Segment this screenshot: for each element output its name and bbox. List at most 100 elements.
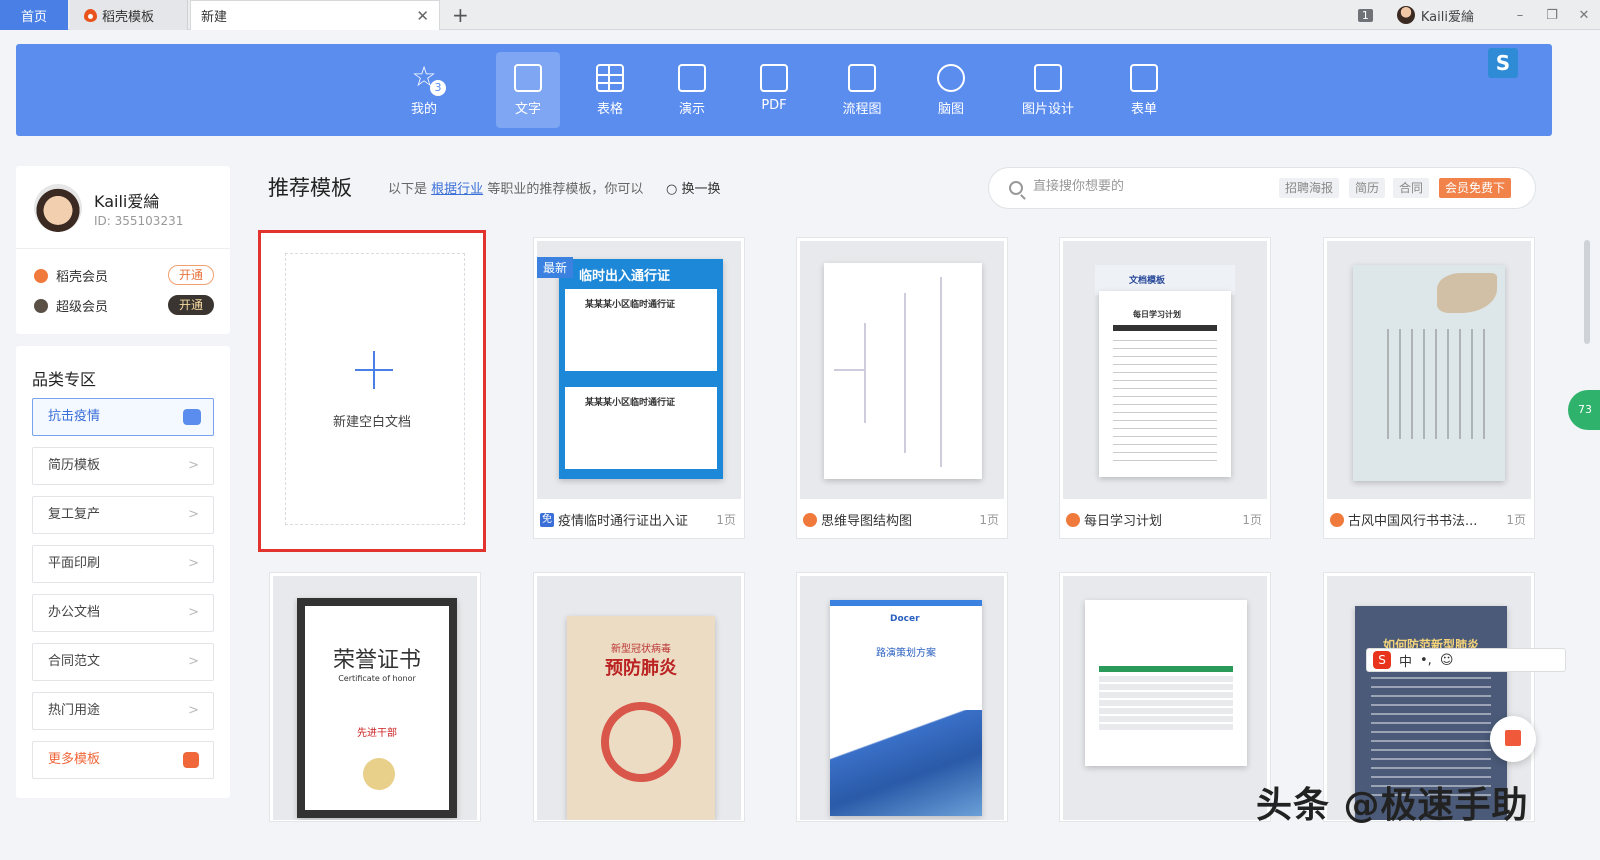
nav-mine-label: 我的 <box>410 102 437 117</box>
card-footer: 每日学习计划 1页 <box>1066 510 1264 529</box>
open-super-member-button[interactable]: 开通 <box>168 295 214 315</box>
pass-header: 临时出入通行证 <box>579 269 671 284</box>
roadshow-title: 路演策划方案 <box>876 648 936 659</box>
template-card[interactable]: 文档模板 每日学习计划 每日学习计划 1页 <box>1059 237 1271 539</box>
form-icon <box>1130 64 1158 92</box>
category-item-resume[interactable]: 简历模板 > <box>32 447 214 485</box>
subtitle-prefix: 以下是 <box>388 182 428 197</box>
hot-icon <box>183 409 201 425</box>
nav-form[interactable]: 表单 <box>1112 52 1176 128</box>
card-title: 每日学习计划 <box>1084 514 1163 529</box>
new-blank-document-card[interactable]: 新建空白文档 <box>258 230 486 552</box>
category-item-resume-work[interactable]: 复工复产 > <box>32 496 214 534</box>
chevron-right-icon: > <box>188 703 199 718</box>
city-photo <box>830 710 982 816</box>
avatar[interactable] <box>34 184 82 232</box>
template-card[interactable]: 思维导图结构图 1页 <box>796 237 1008 539</box>
template-card[interactable]: 新型冠状病毒 预防肺炎 <box>533 572 745 822</box>
tag-recruit-poster[interactable]: 招聘海报 <box>1279 178 1340 198</box>
virus-poster-preview: 新型冠状病毒 预防肺炎 <box>567 616 715 820</box>
template-card[interactable]: 荣誉证书 Certificate of honor 先进干部 <box>269 572 481 822</box>
tag-contract[interactable]: 合同 <box>1393 178 1430 198</box>
scrollbar[interactable] <box>1584 240 1590 344</box>
new-doc-frame <box>285 253 465 525</box>
nav-pdf[interactable]: PDF <box>742 52 806 128</box>
search-input[interactable] <box>1033 179 1253 194</box>
category-item-more[interactable]: 更多模板 <box>32 741 214 779</box>
page-count: 1页 <box>1506 513 1526 527</box>
member-super: 超级会员 <box>34 296 108 315</box>
daoke-icon <box>1066 512 1080 527</box>
nav-flowchart[interactable]: 流程图 <box>830 52 894 128</box>
profile-id: ID: 355103231 <box>94 214 184 228</box>
nav-spreadsheet[interactable]: 表格 <box>578 52 642 128</box>
tab-new-label: 新建 <box>201 10 228 25</box>
nav-mindmap-label: 脑图 <box>937 102 964 117</box>
category-item-epidemic[interactable]: 抗击疫情 <box>32 398 214 436</box>
honor-title: 荣誉证书 <box>332 648 421 673</box>
close-tab-icon[interactable]: ✕ <box>416 7 429 25</box>
window-count-badge[interactable]: 1 <box>1357 8 1373 22</box>
nav-mine[interactable]: ☆ 3 我的 <box>392 52 456 128</box>
template-thumbnail <box>800 241 1004 499</box>
category-item-office[interactable]: 办公文档 > <box>32 594 214 632</box>
ime-lang[interactable]: 中 <box>1399 651 1412 670</box>
nav-writer[interactable]: 文字 <box>496 52 560 128</box>
nav-image-design[interactable]: 图片设计 <box>1016 52 1080 128</box>
floating-assistant-button[interactable]: 73 <box>1568 390 1600 430</box>
app-logo-icon[interactable]: S <box>1488 48 1518 78</box>
pass-ticket-title: 某某某小区临时通行证 <box>585 300 676 310</box>
nav-presentation[interactable]: 演示 <box>660 52 724 128</box>
virus-title: 新型冠状病毒 <box>611 644 671 655</box>
gantt-header <box>1099 666 1233 672</box>
tab-bar: 首页 稻壳模板 新建 ✕ + 1 Kaili爱綸 – ❐ ✕ <box>0 0 1600 30</box>
refresh-button[interactable]: ○ 换一换 <box>666 178 721 197</box>
ime-punct[interactable]: •, <box>1420 653 1432 668</box>
avatar-mini <box>1396 6 1415 24</box>
gantt-preview <box>1085 600 1247 766</box>
honor-name: 先进干部 <box>357 728 397 739</box>
template-card[interactable]: 古风中国风行书书法... 1页 <box>1323 237 1535 539</box>
vip-free-download-button[interactable]: 会员免费下 <box>1439 178 1512 198</box>
template-card[interactable]: 临时出入通行证 某某某小区临时通行证 某某某小区临时通行证 最新 免 疫情临时通… <box>533 237 745 539</box>
tab-new[interactable]: 新建 ✕ <box>190 0 440 30</box>
recommend-subtitle: 以下是 根据行业 等职业的推荐模板，你可以 <box>388 178 643 197</box>
template-card[interactable]: Docer 路演策划方案 <box>796 572 1008 822</box>
calligraphy-preview <box>1353 265 1505 481</box>
restore-button[interactable]: ❐ <box>1536 8 1568 23</box>
close-window-button[interactable]: ✕ <box>1568 8 1600 23</box>
app-type-toolbar: ☆ 3 我的 文字 表格 演示 PDF 流程图 脑图 图片设计 表单 S <box>16 44 1552 136</box>
industry-link[interactable]: 根据行业 <box>431 182 483 197</box>
template-card[interactable] <box>1059 572 1271 822</box>
minimize-button[interactable]: – <box>1504 8 1536 23</box>
add-tab-button[interactable]: + <box>452 3 469 27</box>
page-count: 1页 <box>716 513 736 527</box>
account-menu[interactable]: Kaili爱綸 <box>1396 6 1474 25</box>
docer-logo: Docer <box>890 614 920 624</box>
category-label: 复工复产 <box>48 507 101 522</box>
tag-resume[interactable]: 简历 <box>1349 178 1386 198</box>
category-label: 办公文档 <box>48 605 101 620</box>
card-title: 古风中国风行书书法... <box>1348 514 1478 529</box>
category-label: 简历模板 <box>48 458 101 473</box>
ime-emoji-icon[interactable]: ☺ <box>1440 653 1454 668</box>
prohibit-sign <box>601 702 681 782</box>
nav-pdf-label: PDF <box>761 98 787 113</box>
nav-mindmap[interactable]: 脑图 <box>919 52 983 128</box>
presentation-icon <box>678 64 706 92</box>
category-item-contract[interactable]: 合同范文 > <box>32 643 214 681</box>
daoke-flame-icon <box>84 8 97 22</box>
tab-daoke-templates[interactable]: 稻壳模板 <box>70 0 188 30</box>
calligraphy-text <box>1377 329 1485 439</box>
category-label: 平面印刷 <box>48 556 101 571</box>
gift-icon[interactable] <box>1490 716 1536 762</box>
page-count: 1页 <box>979 513 999 527</box>
category-item-popular[interactable]: 热门用途 > <box>32 692 214 730</box>
open-daoke-member-button[interactable]: 开通 <box>168 265 214 285</box>
plan-table-header <box>1113 325 1217 331</box>
tab-home[interactable]: 首页 <box>0 0 68 30</box>
category-item-print[interactable]: 平面印刷 > <box>32 545 214 583</box>
mindmap-preview <box>824 263 982 479</box>
ime-toolbar[interactable]: S 中 •, ☺ <box>1366 648 1566 672</box>
search-icon[interactable] <box>1009 181 1023 195</box>
